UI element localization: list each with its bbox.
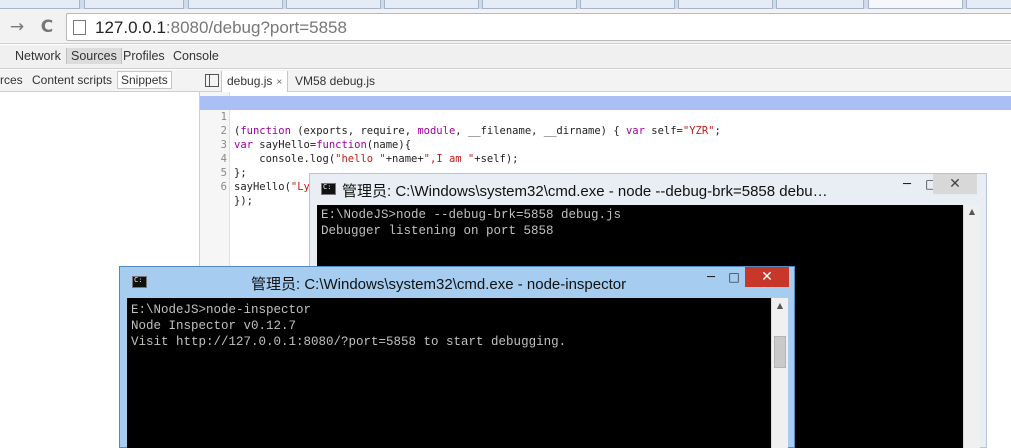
tab-content-scripts[interactable]: Content scripts <box>32 73 112 87</box>
tab-console[interactable]: Console <box>169 48 223 64</box>
code-line[interactable]: 5 sayHello("Lyf"); <box>200 152 1011 193</box>
window-title: 管理员: C:\Windows\system32\cmd.exe - node-… <box>251 276 627 293</box>
minimize-button[interactable]: ─ <box>894 174 920 194</box>
line-number: 6 <box>220 181 227 193</box>
browser-tab-strip <box>0 0 1011 9</box>
tab-sources[interactable]: Sources <box>66 48 122 64</box>
file-tab-label: VM58 debug.js <box>295 74 376 88</box>
address-bar[interactable]: 127.0.0.1:8080/debug?port=5858 <box>66 13 1011 41</box>
close-button[interactable]: ✕ <box>745 267 789 287</box>
vertical-scrollbar[interactable]: ▲ <box>963 205 980 448</box>
console-line: E:\NodeJS>node --debug-brk=5858 debug.js <box>321 208 622 222</box>
maximize-button[interactable]: □ <box>723 267 745 287</box>
editor-tabs: debug.js × VM58 debug.js <box>200 70 1011 92</box>
window-title-bar[interactable]: 管理员: C:\Windows\system32\cmd.exe - node-… <box>120 267 794 297</box>
tab-debug-js[interactable]: debug.js × <box>221 71 289 92</box>
close-button[interactable]: ✕ <box>933 174 977 194</box>
tab-profiles[interactable]: Profiles <box>119 48 169 64</box>
console-line: E:\NodeJS>node-inspector <box>131 303 312 317</box>
forward-arrow-icon[interactable]: → <box>6 16 28 38</box>
url-text[interactable]: 127.0.0.1:8080/debug?port=5858 <box>95 18 347 38</box>
file-tab-label: debug.js <box>227 74 273 88</box>
scroll-up-icon[interactable]: ▲ <box>964 207 980 216</box>
code-text: }); <box>234 195 253 207</box>
address-toolbar: → C 127.0.0.1:8080/debug?port=5858 <box>0 9 1011 44</box>
code-line[interactable]: 3 console.log("hello "+name+",I am "+sel… <box>200 124 1011 165</box>
console-line: Node Inspector v0.12.7 <box>131 319 297 333</box>
page-icon <box>73 20 86 35</box>
toggle-navigator-icon[interactable] <box>205 74 219 87</box>
window-title-bar[interactable]: 管理员: C:\Windows\system32\cmd.exe - node … <box>310 174 986 204</box>
tab-vm58-debug-js[interactable]: VM58 debug.js <box>290 71 380 92</box>
browser-tab[interactable] <box>966 0 1011 9</box>
browser-tab[interactable] <box>0 0 80 9</box>
navigator-tabs: rces Content scripts Snippets <box>0 70 200 92</box>
reload-icon[interactable]: C <box>36 16 58 38</box>
vertical-scrollbar[interactable]: ▲ <box>771 298 788 448</box>
inspector-console-window[interactable]: 管理员: C:\Windows\system32\cmd.exe - node-… <box>119 266 795 448</box>
browser-tab[interactable] <box>84 0 184 9</box>
console-line: Debugger listening on port 5858 <box>321 224 554 238</box>
console-line: Visit http://127.0.0.1:8080/?port=5858 t… <box>131 335 567 349</box>
code-line[interactable]: 1 (function (exports, require, module, _… <box>200 96 1011 137</box>
cmd-icon <box>321 183 336 195</box>
browser-tab[interactable] <box>286 0 381 9</box>
close-tab-icon[interactable]: × <box>276 77 282 88</box>
tab-sources-navigator[interactable]: rces <box>0 73 23 87</box>
tab-snippets[interactable]: Snippets <box>117 71 172 89</box>
url-path: :8080/debug?port=5858 <box>165 18 347 37</box>
devtools-toolbar: Network Sources Profiles Console <box>0 45 1011 69</box>
browser-tab[interactable] <box>188 0 283 9</box>
browser-tab[interactable] <box>776 0 864 9</box>
browser-tab[interactable] <box>678 0 773 9</box>
scroll-up-icon[interactable]: ▲ <box>772 301 788 310</box>
browser-tab[interactable] <box>580 0 675 9</box>
code-line[interactable]: 4 }; <box>200 138 1011 179</box>
console-output[interactable]: E:\NodeJS>node-inspector Node Inspector … <box>127 298 771 448</box>
minimize-button[interactable]: ─ <box>698 267 724 287</box>
window-title: 管理员: C:\Windows\system32\cmd.exe - node … <box>342 183 828 200</box>
browser-tab-active[interactable] <box>868 0 963 9</box>
tab-network[interactable]: Network <box>11 48 65 64</box>
code-line[interactable]: 2 var sayHello=function(name){ <box>200 110 1011 151</box>
browser-tab[interactable] <box>482 0 577 9</box>
browser-tab[interactable] <box>384 0 479 9</box>
cmd-icon <box>132 276 147 288</box>
url-host: 127.0.0.1 <box>95 18 166 37</box>
scrollbar-thumb[interactable] <box>774 336 786 368</box>
